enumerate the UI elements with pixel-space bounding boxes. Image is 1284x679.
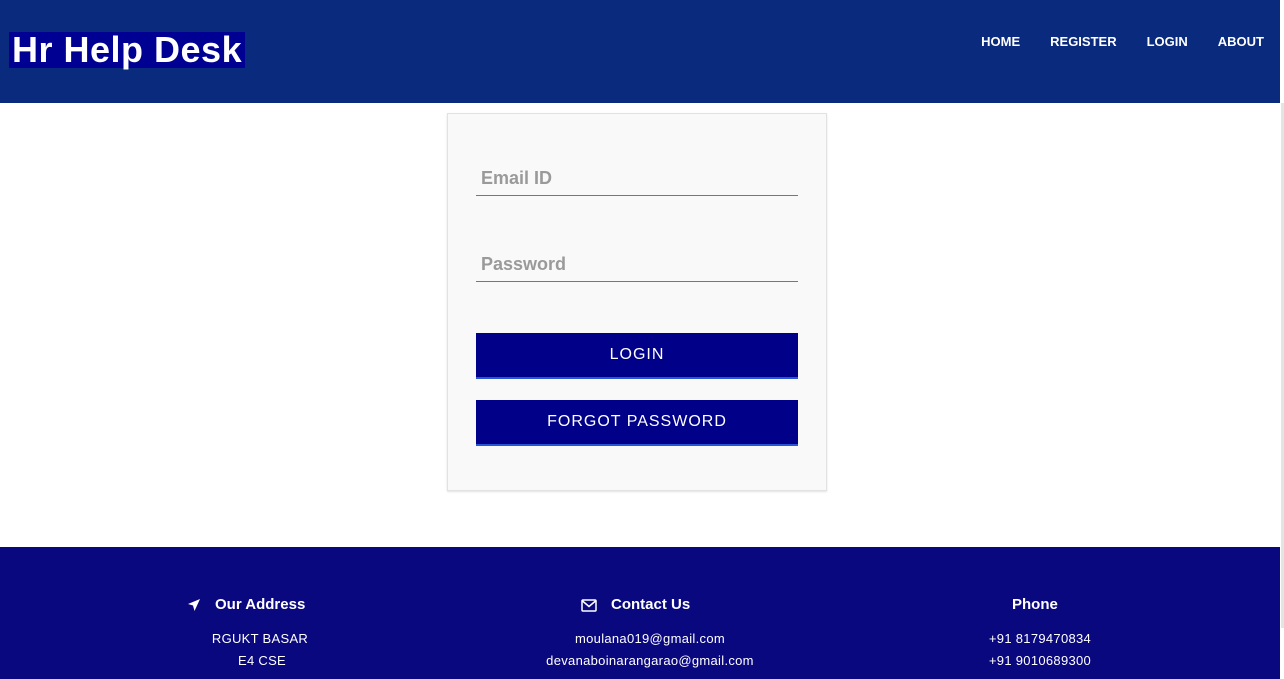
address-line: E4 CSE bbox=[237, 653, 287, 668]
envelope-icon bbox=[581, 598, 597, 612]
address-line: RGUKT BASAR bbox=[211, 631, 309, 646]
contact-title: Contact Us bbox=[611, 596, 691, 613]
phone-title: Phone bbox=[1012, 596, 1058, 613]
contact-email[interactable]: moulana019@gmail.com bbox=[575, 631, 725, 647]
nav-home-link[interactable]: HOME bbox=[951, 34, 1020, 50]
phone-heading: Phone bbox=[1012, 597, 1058, 613]
contact-heading: Contact Us bbox=[581, 597, 690, 613]
address-heading: Our Address bbox=[187, 597, 305, 613]
contact-email[interactable]: devanaboinarangarao@gmail.com bbox=[546, 653, 754, 669]
nav-login-link[interactable]: LOGIN bbox=[1117, 34, 1188, 50]
top-navbar: Hr Help Desk HOME REGISTER LOGIN ABOUT bbox=[0, 0, 1280, 103]
forgot-password-button[interactable]: FORGOT PASSWORD bbox=[476, 400, 798, 446]
page: Hr Help Desk HOME REGISTER LOGIN ABOUT L… bbox=[0, 0, 1284, 679]
main-nav: HOME REGISTER LOGIN ABOUT bbox=[951, 34, 1264, 50]
address-title: Our Address bbox=[215, 596, 306, 613]
brand-logo[interactable]: Hr Help Desk bbox=[9, 32, 246, 68]
email-field[interactable] bbox=[476, 162, 798, 196]
phone-number: +91 9010689300 bbox=[988, 653, 1092, 668]
nav-register-link[interactable]: REGISTER bbox=[1020, 34, 1116, 50]
login-button[interactable]: LOGIN bbox=[476, 333, 798, 379]
footer: Our Address RGUKT BASAR E4 CSE Contact U… bbox=[0, 547, 1280, 679]
login-card: LOGIN FORGOT PASSWORD bbox=[447, 113, 827, 491]
phone-number: +91 8179470834 bbox=[988, 631, 1092, 646]
location-arrow-icon bbox=[187, 598, 201, 612]
nav-about-link[interactable]: ABOUT bbox=[1188, 34, 1264, 50]
password-field[interactable] bbox=[476, 248, 798, 282]
